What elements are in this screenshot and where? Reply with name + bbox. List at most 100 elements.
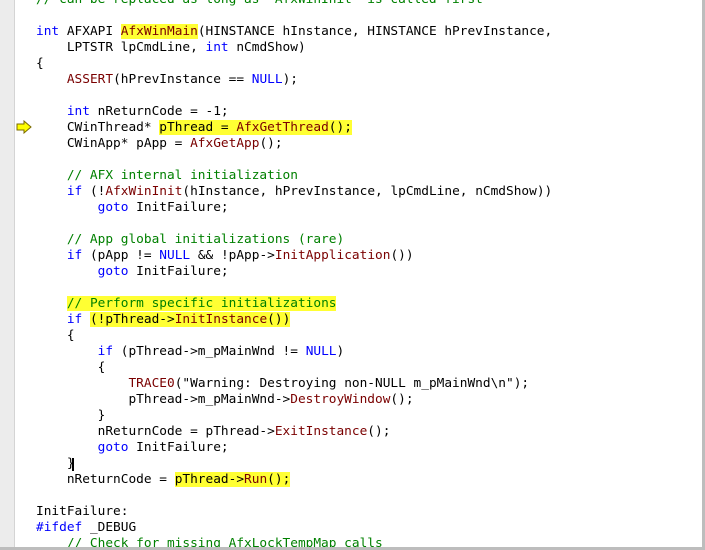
code-line[interactable]: nReturnCode = pThread->ExitInstance(); [36,424,701,440]
code-editor[interactable]: // can be replaced as long as 'AfxWinIni… [0,0,705,550]
code-token: nCmdShow) [228,40,306,55]
code-token: AfxWinInit [105,184,183,199]
code-line[interactable] [36,8,701,24]
code-token: if [66,312,83,327]
code-line[interactable]: CWinThread* pThread = AfxGetThread(); [36,120,701,136]
code-token: int [205,40,229,55]
code-token: if [66,184,83,199]
code-line[interactable]: pThread->m_pMainWnd->DestroyWindow(); [36,392,701,408]
code-token: if [66,248,83,263]
code-token: nReturnCode = [36,472,175,487]
code-token: InitFailure; [128,440,229,455]
code-line[interactable]: { [36,56,701,72]
code-line[interactable]: } [36,456,701,472]
code-line[interactable]: if (!AfxWinInit(hInstance, hPrevInstance… [36,184,701,200]
code-token: nReturnCode = -1; [89,104,229,119]
code-token: Run [244,472,268,487]
code-line[interactable]: // AFX internal initialization [36,168,701,184]
code-token: ); [513,376,530,391]
code-line[interactable]: goto InitFailure; [36,200,701,216]
code-line[interactable]: goto InitFailure; [36,440,701,456]
code-line[interactable]: // Perform specific initializations [36,296,701,312]
code-token: (); [367,424,391,439]
code-token: if [97,344,114,359]
code-token: int [66,104,90,119]
code-token: (!pThread-> [89,312,175,327]
code-token: ) [336,344,345,359]
code-text[interactable]: // can be replaced as long as 'AfxWinIni… [36,0,701,550]
code-token: LPTSTR lpCmdLine, [36,40,206,55]
code-line[interactable]: goto InitFailure; [36,264,701,280]
code-token: && !pApp-> [190,248,275,263]
code-line[interactable]: // App global initializations (rare) [36,232,701,248]
code-token: DestroyWindow [290,392,391,407]
code-token: CWinApp* pApp = [36,136,191,151]
code-token: (); [259,136,283,151]
code-line[interactable] [36,280,701,296]
code-line[interactable] [36,488,701,504]
current-statement-arrow-icon [16,120,32,134]
code-token: // Perform specific initializations [66,296,337,311]
code-line[interactable]: #ifdef _DEBUG [36,520,701,536]
code-token: (); [328,120,352,135]
code-token: (HINSTANCE hInstance, HINSTANCE hPrevIns… [197,24,553,39]
code-token: NULL [159,248,191,263]
code-token: AfxGetApp [190,136,260,151]
code-line[interactable]: nReturnCode = pThread->Run(); [36,472,701,488]
code-token: ExitInstance [274,424,368,439]
code-token: { [36,56,44,71]
code-token: pThread = [159,120,237,135]
code-token: goto [97,200,129,215]
code-line[interactable] [36,88,701,104]
code-token: AfxGetThread [236,120,329,135]
code-token: (! [82,184,106,199]
code-token: // AFX internal initialization [36,168,298,183]
code-line[interactable]: } [36,408,701,424]
code-line[interactable]: InitFailure: [36,504,701,520]
code-line[interactable]: CWinApp* pApp = AfxGetApp(); [36,136,701,152]
code-line[interactable]: int AFXAPI AfxWinMain(HINSTANCE hInstanc… [36,24,701,40]
code-line[interactable]: if (pThread->m_pMainWnd != NULL) [36,344,701,360]
code-token: #ifdef [36,520,83,535]
code-token: (); [390,392,414,407]
code-line[interactable]: LPTSTR lpCmdLine, int nCmdShow) [36,40,701,56]
editor-gutter[interactable] [0,0,15,550]
code-token: pThread->m_pMainWnd-> [36,392,291,407]
code-line[interactable]: ASSERT(hPrevInstance == NULL); [36,72,701,88]
text-caret [72,458,74,471]
code-line[interactable]: // can be replaced as long as 'AfxWinIni… [36,0,701,8]
code-line[interactable] [36,216,701,232]
code-token: NULL [251,72,283,87]
code-token: AFXAPI [59,24,121,39]
code-token: ()) [390,248,414,263]
code-line[interactable]: int nReturnCode = -1; [36,104,701,120]
code-token: { [36,360,106,375]
code-token: AfxWinMain [120,24,198,39]
code-token: goto [97,264,129,279]
code-line[interactable]: if (pApp != NULL && !pApp->InitApplicati… [36,248,701,264]
code-line[interactable]: if (!pThread->InitInstance()) [36,312,701,328]
code-token: TRACE0 [128,376,175,391]
code-line[interactable]: { [36,328,701,344]
code-line[interactable] [36,152,701,168]
code-token: InitInstance [174,312,268,327]
code-token: (hInstance, hPrevInstance, lpCmdLine, nC… [182,184,553,199]
code-token: } [36,408,106,423]
code-token: // App global initializations (rare) [36,232,345,247]
code-token: InitFailure; [128,264,229,279]
code-token: (pApp != [82,248,160,263]
code-token: int [36,24,60,39]
code-line[interactable]: TRACE0("Warning: Destroying non-NULL m_p… [36,376,701,392]
code-line[interactable]: { [36,360,701,376]
